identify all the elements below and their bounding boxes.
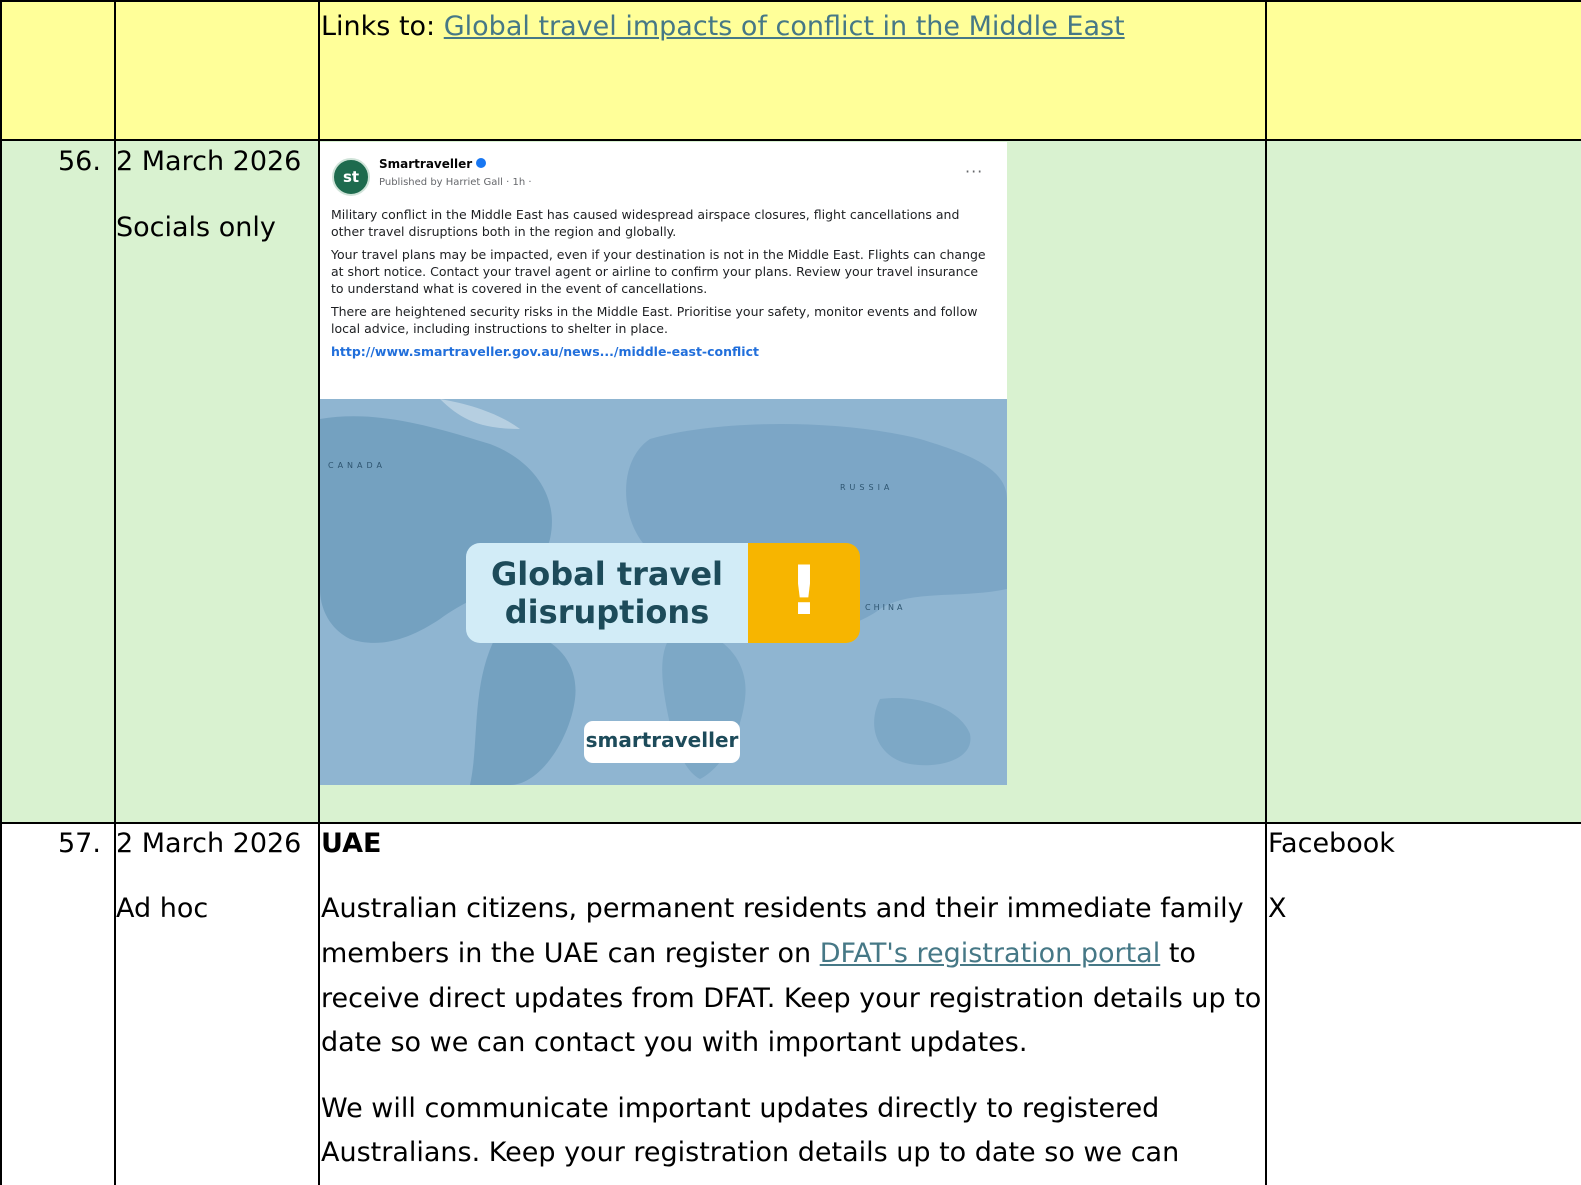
banner-line-1: Global travel xyxy=(490,555,724,593)
row-type: Socials only xyxy=(116,212,276,243)
banner-line-2: disruptions xyxy=(504,593,710,631)
post-header: st Smartraveller Published by Harriet Ga… xyxy=(320,142,1007,202)
verified-badge-icon xyxy=(476,158,487,168)
post-paragraph: Military conflict in the Middle East has… xyxy=(331,207,960,239)
post-paragraph: There are heightened security risks in t… xyxy=(331,304,978,336)
table-border xyxy=(114,0,116,1185)
smartraveller-logo: smartraveller xyxy=(584,721,740,763)
post-link: http://www.smartraveller.gov.au/news.../… xyxy=(331,344,759,359)
map-label-canada: CANADA xyxy=(328,461,387,470)
row-date: 2 March 2026 xyxy=(116,146,302,177)
content-line: Australians. Keep your registration deta… xyxy=(321,1137,1180,1168)
map-label-russia: RUSSIA xyxy=(840,483,894,492)
smartraveller-avatar: st xyxy=(332,158,370,196)
post-body: Military conflict in the Middle East has… xyxy=(331,206,991,360)
links-prefix: Links to: xyxy=(321,11,444,42)
content-heading: UAE xyxy=(321,828,382,859)
global-travel-disruptions-banner: Global travel disruptions ! xyxy=(466,543,860,643)
row-number: 56. xyxy=(58,146,101,177)
global-travel-impacts-link[interactable]: Global travel impacts of conflict in the… xyxy=(444,11,1125,42)
more-options-icon: ··· xyxy=(965,162,984,181)
post-paragraph: Your travel plans may be impacted, even … xyxy=(331,247,986,296)
channel-x: X xyxy=(1268,893,1287,924)
table-border xyxy=(0,0,2,1185)
table-border xyxy=(0,822,1581,824)
table-border xyxy=(1265,0,1267,1185)
content-line: members in the UAE can register on DFAT'… xyxy=(321,938,1196,969)
map-label-china: CHINA xyxy=(865,603,906,612)
alert-icon: ! xyxy=(748,543,860,643)
post-meta: Published by Harriet Gall · 1h · xyxy=(379,177,532,188)
content-line: We will communicate important updates di… xyxy=(321,1093,1160,1124)
table-border xyxy=(0,0,1581,2)
content-line: Australian citizens, permanent residents… xyxy=(321,893,1244,924)
world-map-image: CANADA RUSSIA CHINA Global travel disrup… xyxy=(320,399,1007,785)
dfat-registration-portal-link[interactable]: DFAT's registration portal xyxy=(820,938,1161,969)
row-number: 57. xyxy=(58,828,101,859)
table-border xyxy=(0,139,1581,141)
content-line: receive direct updates from DFAT. Keep y… xyxy=(321,983,1262,1014)
table-border xyxy=(318,0,320,1185)
row-type: Ad hoc xyxy=(116,893,209,924)
channel-facebook: Facebook xyxy=(1268,828,1395,859)
facebook-post-screenshot: st Smartraveller Published by Harriet Ga… xyxy=(320,142,1007,785)
row-date: 2 March 2026 xyxy=(116,828,302,859)
links-line: Links to: Global travel impacts of confl… xyxy=(321,12,1125,42)
content-line: date so we can contact you with importan… xyxy=(321,1027,1028,1058)
post-page-name: Smartraveller xyxy=(379,157,487,171)
